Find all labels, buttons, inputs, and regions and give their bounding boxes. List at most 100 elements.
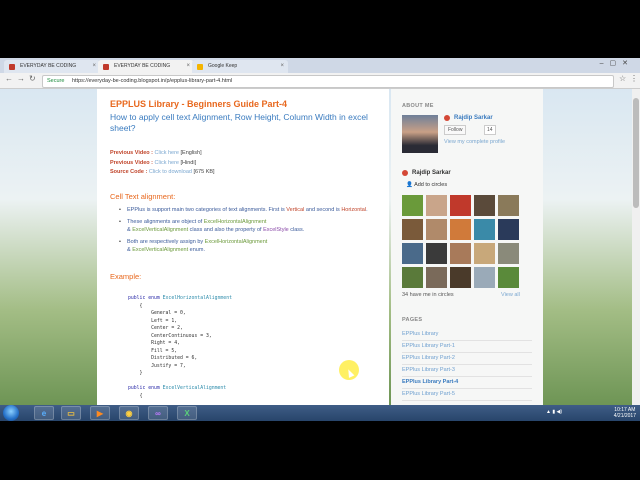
keep-favicon-icon: [197, 64, 203, 70]
start-button[interactable]: [3, 405, 19, 421]
article-title: EPPLUS Library - Beginners Guide Part-4: [110, 99, 288, 109]
avatar[interactable]: [498, 243, 519, 264]
text: class and also the property of: [188, 227, 264, 233]
tab-2[interactable]: EVERYDAY BE CODING ×: [98, 60, 194, 73]
avatar[interactable]: [426, 219, 447, 240]
avatar[interactable]: [450, 267, 471, 288]
tab-1[interactable]: EVERYDAY BE CODING ×: [4, 60, 100, 73]
list-item: EPPlus is support main two categories of…: [119, 206, 374, 214]
file-explorer-icon[interactable]: ▭: [61, 406, 81, 420]
avatar[interactable]: [450, 195, 471, 216]
page-link[interactable]: EPPlus Library Part-5: [402, 389, 532, 401]
scrollbar-thumb[interactable]: [633, 98, 639, 208]
profile-photo[interactable]: [402, 115, 438, 153]
google-plus-icon: [444, 115, 450, 121]
screen: EVERYDAY BE CODING × EVERYDAY BE CODING …: [0, 58, 640, 421]
code-type: ExcelVerticalAlignment: [162, 386, 227, 391]
page-link-current[interactable]: EPPlus Library Part-4: [402, 377, 532, 389]
page-link[interactable]: EPPlus Library Part-3: [402, 365, 532, 377]
avatar[interactable]: [498, 267, 519, 288]
follow-count: 14: [484, 125, 496, 135]
resource-links: Previous Video : Click here [English] Pr…: [110, 149, 215, 178]
link-row: Previous Video : Click here [English]: [110, 149, 215, 159]
avatar[interactable]: [402, 243, 423, 264]
text: class.: [288, 227, 305, 233]
code-type: ExcelHorizontalAlignment: [162, 296, 232, 301]
reload-icon[interactable]: ↻: [29, 74, 36, 83]
example-label: Example:: [110, 272, 142, 281]
menu-icon[interactable]: ⋮: [630, 74, 638, 83]
avatar[interactable]: [450, 243, 471, 264]
close-tab-icon[interactable]: ×: [92, 60, 96, 73]
window-controls[interactable]: –▢✕: [600, 59, 634, 67]
visual-studio-icon[interactable]: ∞: [148, 406, 168, 420]
link[interactable]: Click to download: [149, 169, 192, 175]
page-link[interactable]: EPPlus Library Part-1: [402, 341, 532, 353]
link-suffix: [English]: [180, 150, 202, 156]
avatar[interactable]: [498, 219, 519, 240]
system-tray: ▲ ▮ ◀) 10:17 AM 4/21/2017: [546, 407, 636, 419]
address-bar[interactable]: Secure https://everyday-be-coding.blogsp…: [42, 75, 614, 88]
link-label: Source Code :: [110, 169, 148, 175]
view-all-link[interactable]: View all: [501, 292, 520, 298]
forward-icon[interactable]: →: [17, 74, 25, 83]
avatar[interactable]: [402, 219, 423, 240]
clock-date: 4/21/2017: [613, 413, 636, 419]
avatar[interactable]: [450, 219, 471, 240]
add-to-circles-button[interactable]: 👤 Add to circles: [406, 182, 447, 188]
profile-name[interactable]: Rajdip Sarkar: [454, 115, 493, 121]
code-block: public enum ExcelHorizontalAlignment { G…: [128, 295, 232, 400]
avatar[interactable]: [402, 267, 423, 288]
avatar[interactable]: [426, 267, 447, 288]
pages-list: EPPlus Library EPPlus Library Part-1 EPP…: [402, 329, 532, 401]
clock[interactable]: 10:17 AM 4/21/2017: [614, 407, 636, 419]
page-link[interactable]: EPPlus Library: [402, 329, 532, 341]
pages-heading: PAGES: [402, 317, 423, 323]
text: and second is: [304, 207, 342, 213]
code-keyword: public enum: [128, 386, 163, 391]
excel-icon[interactable]: X: [177, 406, 197, 420]
code-brace: {: [139, 393, 143, 399]
text: Both are respectively assign by: [127, 239, 205, 245]
article-content: EPPLUS Library - Beginners Guide Part-4 …: [97, 89, 389, 405]
browser-toolbar: ← → ↻ Secure https://everyday-be-coding.…: [0, 73, 640, 89]
close-tab-icon[interactable]: ×: [186, 60, 190, 73]
avatar[interactable]: [498, 195, 519, 216]
chrome-icon[interactable]: ◉: [119, 406, 139, 420]
media-player-icon[interactable]: ▶: [90, 406, 110, 420]
view-profile-link[interactable]: View my complete profile: [444, 139, 505, 145]
avatar[interactable]: [474, 243, 495, 264]
close-tab-icon[interactable]: ×: [280, 60, 284, 73]
blogger-favicon-icon: [103, 64, 109, 70]
page-link[interactable]: EPPlus Library Part-2: [402, 353, 532, 365]
link-suffix: [Hindi]: [180, 159, 197, 166]
follow-button[interactable]: Follow: [444, 125, 467, 135]
avatar[interactable]: [426, 195, 447, 216]
add-circles-label: Add to circles: [414, 182, 448, 188]
text: Vertical: [286, 207, 305, 213]
avatar[interactable]: [474, 267, 495, 288]
link-label: Previous Video :: [110, 150, 153, 156]
tab-3[interactable]: Google Keep ×: [192, 60, 288, 73]
link[interactable]: Click here: [155, 160, 179, 166]
text: ExcelHorizontalAlignment: [204, 239, 268, 245]
link[interactable]: Click here: [155, 150, 179, 156]
avatar[interactable]: [402, 195, 423, 216]
page-viewport: EPPLUS Library - Beginners Guide Part-4 …: [0, 89, 640, 405]
person-add-icon: 👤: [406, 182, 415, 188]
gplus-name[interactable]: Rajdip Sarkar: [412, 170, 451, 176]
avatar[interactable]: [426, 243, 447, 264]
bullet-list: EPPlus is support main two categories of…: [119, 206, 374, 258]
text: ExcelVerticalAlignment: [132, 227, 189, 233]
bookmark-star-icon[interactable]: ☆: [619, 74, 626, 83]
back-icon[interactable]: ←: [5, 74, 13, 83]
avatar[interactable]: [474, 219, 495, 240]
list-item: Both are respectively assign by ExcelHor…: [119, 238, 374, 254]
text: These alignments are object of: [127, 219, 204, 225]
sidebar: ABOUT ME Rajdip Sarkar Follow 14 View my…: [391, 89, 543, 405]
windows-taskbar: e ▭ ▶ ◉ ∞ X ▲ ▮ ◀) 10:17 AM 4/21/2017: [0, 405, 640, 421]
avatar[interactable]: [474, 195, 495, 216]
internet-explorer-icon[interactable]: e: [34, 406, 54, 420]
tray-icons[interactable]: ▲ ▮ ◀): [546, 409, 562, 415]
text: EPPlus is support main two categories of…: [127, 207, 287, 213]
